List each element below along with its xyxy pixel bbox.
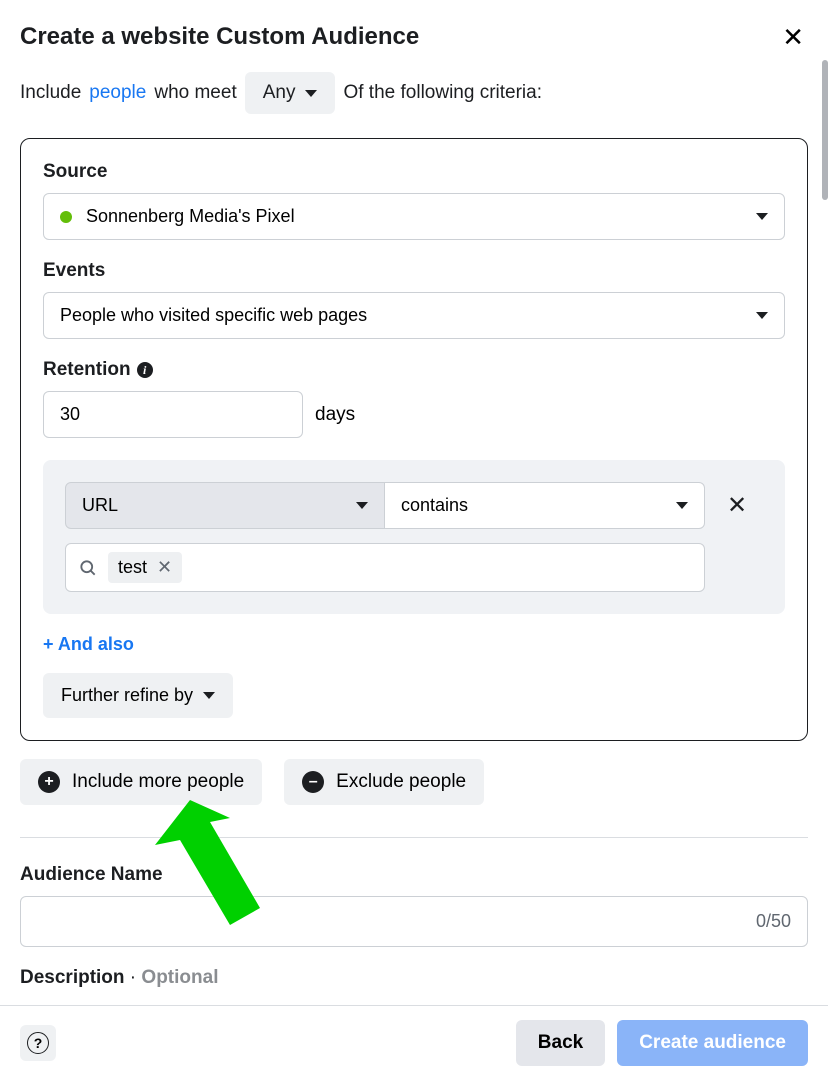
url-operator-dropdown[interactable]: contains (385, 482, 705, 529)
url-field-dropdown[interactable]: URL (65, 482, 385, 529)
question-icon: ? (27, 1032, 49, 1054)
include-more-label: Include more people (72, 771, 244, 793)
chevron-down-icon (676, 502, 688, 509)
and-also-button[interactable]: + And also (43, 634, 134, 655)
url-field-value: URL (82, 495, 118, 516)
minus-circle-icon: – (302, 771, 324, 793)
include-mid: who meet (154, 82, 236, 104)
audience-name-label: Audience Name (20, 864, 808, 886)
remove-filter-icon[interactable]: ✕ (727, 491, 747, 520)
url-operator-value: contains (401, 495, 468, 516)
retention-label: Retention i (43, 359, 785, 381)
help-button[interactable]: ? (20, 1025, 56, 1061)
create-audience-button[interactable]: Create audience (617, 1020, 808, 1066)
chevron-down-icon (756, 312, 768, 319)
chevron-down-icon (356, 502, 368, 509)
optional-tag: Optional (141, 967, 218, 988)
events-dropdown[interactable]: People who visited specific web pages (43, 292, 785, 339)
source-dropdown[interactable]: Sonnenberg Media's Pixel (43, 193, 785, 240)
close-icon[interactable]: ✕ (778, 20, 808, 54)
refine-dropdown[interactable]: Further refine by (43, 673, 233, 718)
events-value: People who visited specific web pages (60, 305, 367, 326)
exclude-label: Exclude people (336, 771, 466, 793)
source-label: Source (43, 161, 785, 183)
plus-circle-icon: + (38, 771, 60, 793)
audience-name-input[interactable]: 0/50 (20, 896, 808, 947)
search-tag: test ✕ (108, 552, 182, 583)
info-icon[interactable]: i (137, 362, 153, 378)
chevron-down-icon (305, 90, 317, 97)
retention-unit: days (315, 404, 355, 426)
chevron-down-icon (756, 213, 768, 220)
scrollbar[interactable] (822, 60, 828, 200)
char-counter: 0/50 (756, 911, 791, 932)
status-dot-icon (60, 211, 72, 223)
remove-tag-icon[interactable]: ✕ (157, 557, 172, 578)
exclude-button[interactable]: – Exclude people (284, 759, 484, 805)
url-search-input[interactable]: test ✕ (65, 543, 705, 592)
retention-input[interactable] (43, 391, 303, 438)
include-conditions-row: Include people who meet Any Of the follo… (20, 72, 808, 114)
tag-text: test (118, 557, 147, 578)
description-label-row: Description · Optional (20, 967, 808, 989)
modal-footer: ? Back Create audience (0, 1005, 828, 1080)
include-prefix: Include (20, 82, 81, 104)
match-type-dropdown[interactable]: Any (245, 72, 336, 114)
source-value: Sonnenberg Media's Pixel (86, 206, 295, 227)
include-more-button[interactable]: + Include more people (20, 759, 262, 805)
search-icon (78, 558, 98, 578)
section-divider (20, 837, 808, 838)
events-label: Events (43, 260, 785, 282)
chevron-down-icon (203, 692, 215, 699)
match-type-value: Any (263, 82, 296, 104)
back-button[interactable]: Back (516, 1020, 605, 1066)
modal-title: Create a website Custom Audience (20, 23, 419, 51)
description-label: Description (20, 967, 125, 988)
include-suffix: Of the following criteria: (343, 82, 542, 104)
criteria-box: Source Sonnenberg Media's Pixel Events P… (20, 138, 808, 741)
people-link[interactable]: people (89, 82, 146, 104)
refine-label: Further refine by (61, 685, 193, 706)
url-filter-block: URL contains ✕ test ✕ (43, 460, 785, 614)
